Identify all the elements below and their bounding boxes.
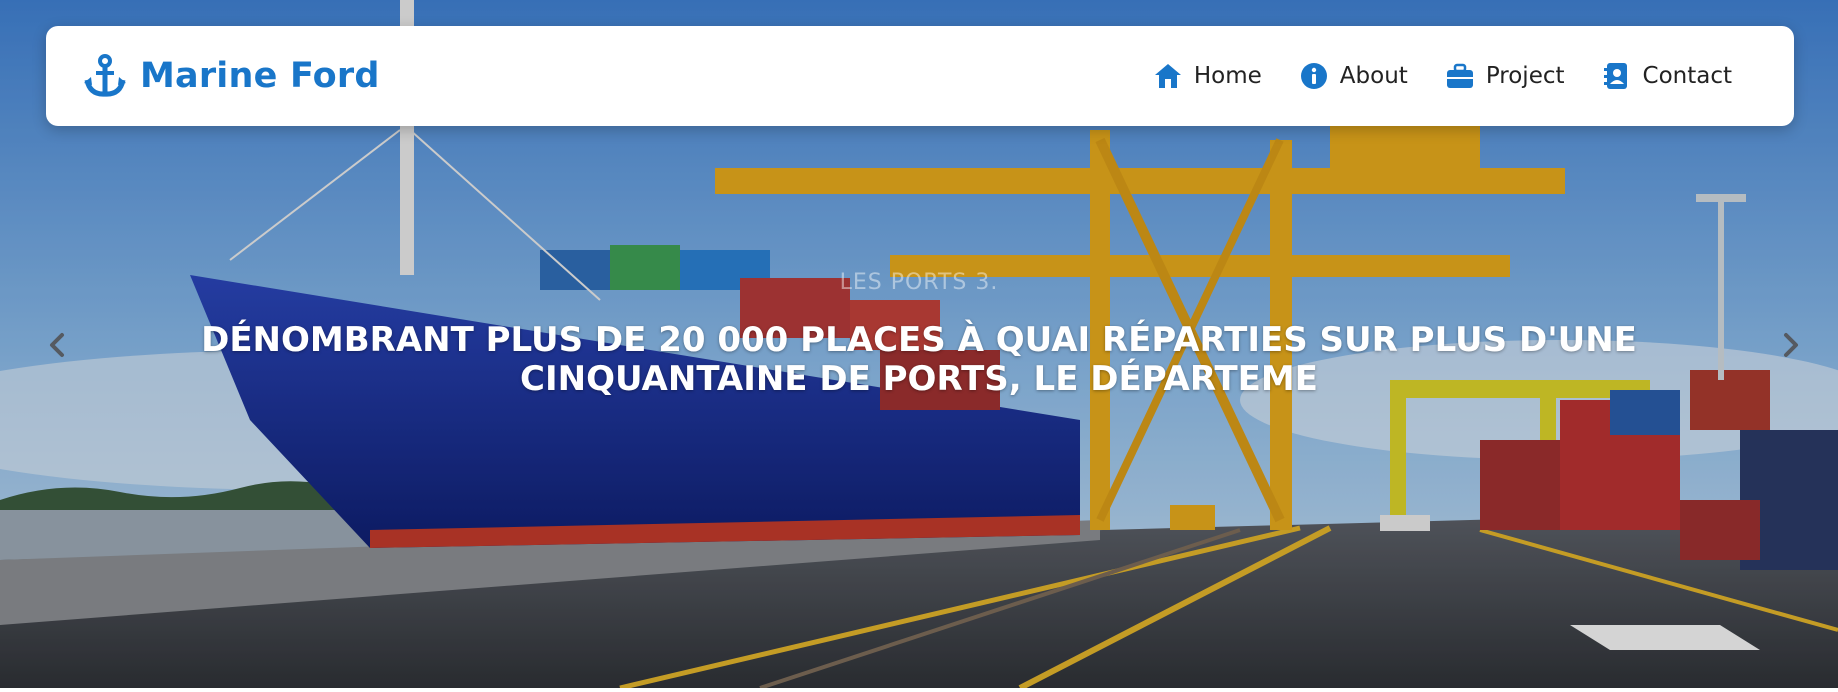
nav-item-contact[interactable]: Contact (1603, 62, 1732, 90)
anchor-icon (84, 54, 126, 97)
top-navbar: Marine Ford Home About Project Contact (46, 26, 1794, 126)
nav-item-home[interactable]: Home (1154, 62, 1262, 90)
brand-logo-link[interactable]: Marine Ford (82, 53, 380, 99)
briefcase-icon (1446, 63, 1473, 88)
slide-caption: LES PORTS 3. DÉNOMBRANT PLUS DE 20 000 P… (0, 270, 1838, 399)
nav-label-contact: Contact (1642, 63, 1732, 89)
nav-menu: Home About Project Contact (1154, 62, 1732, 90)
nav-item-project[interactable]: Project (1446, 62, 1565, 90)
carousel-next-button[interactable] (1770, 325, 1810, 365)
slide-subtitle: LES PORTS 3. (839, 270, 999, 295)
nav-item-about[interactable]: About (1300, 62, 1408, 90)
chevron-left-icon (50, 333, 64, 357)
carousel-prev-button[interactable] (38, 325, 78, 365)
home-icon (1154, 64, 1181, 88)
brand-name: Marine Ford (140, 56, 380, 96)
info-icon (1300, 63, 1327, 89)
slide-title: DÉNOMBRANT PLUS DE 20 000 PLACES À QUAI … (201, 320, 1637, 399)
nav-label-about: About (1339, 63, 1408, 89)
nav-label-project: Project (1485, 63, 1565, 89)
nav-label-home: Home (1193, 63, 1262, 89)
chevron-right-icon (1784, 333, 1798, 357)
contact-card-icon (1603, 63, 1627, 89)
